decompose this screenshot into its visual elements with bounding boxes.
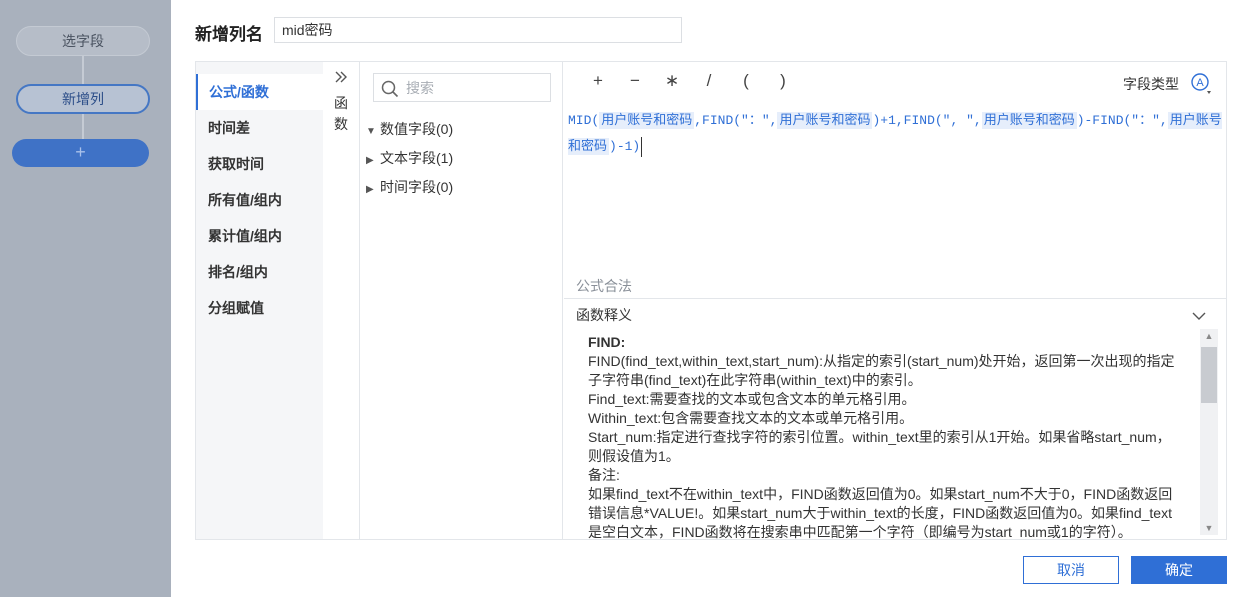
search-icon: [381, 80, 399, 101]
minus-operator-button[interactable]: −: [625, 71, 645, 91]
function-collapse-toggle[interactable]: 函数: [323, 62, 360, 539]
scrollbar-thumb[interactable]: [1201, 347, 1217, 403]
formula-panel: 公式/函数 时间差 获取时间 所有值/组内 累计值/组内 排名/组内 分组赋值 …: [195, 61, 1227, 540]
caret-down-icon: ▼: [366, 126, 376, 137]
caret-right-icon: ▶: [366, 155, 374, 166]
category-group-assign[interactable]: 分组赋值: [196, 290, 323, 326]
category-all-values-group[interactable]: 所有值/组内: [196, 182, 323, 218]
double-chevron-right-icon[interactable]: [323, 70, 359, 89]
function-explanation: 函数释义 FIND: FIND(find_text,within_text,st…: [564, 298, 1226, 539]
operator-toolbar: + − ∗ / ( ) 字段类型 A: [564, 62, 1226, 100]
scroll-down-icon[interactable]: ▼: [1204, 523, 1214, 533]
category-cumulative-group[interactable]: 累计值/组内: [196, 218, 323, 254]
flow-panel: 选字段 新增列 +: [0, 0, 171, 597]
confirm-button[interactable]: 确定: [1131, 556, 1227, 584]
multiply-operator-button[interactable]: ∗: [662, 71, 682, 91]
explanation-body: FIND: FIND(find_text,within_text,start_n…: [588, 333, 1184, 539]
column-name-input[interactable]: [274, 17, 682, 43]
explanation-line: FIND(find_text,within_text,start_num):从指…: [588, 353, 1175, 388]
formula-text: MID(: [568, 113, 600, 128]
category-rank-group[interactable]: 排名/组内: [196, 254, 323, 290]
column-name-label: 新增列名: [195, 25, 263, 44]
function-name: FIND:: [588, 334, 626, 350]
formula-input[interactable]: MID(用户账号和密码 ,FIND("：", 用户账号和密码)+1,FIND(", …: [568, 108, 1222, 160]
field-search[interactable]: [373, 73, 551, 102]
formula-field-token[interactable]: 用户账号和密码: [981, 112, 1077, 129]
search-input[interactable]: [406, 78, 546, 98]
scroll-up-icon[interactable]: ▲: [1204, 331, 1214, 341]
text-cursor: [641, 136, 643, 157]
caret-right-icon: ▶: [366, 184, 374, 195]
tree-item-text[interactable]: ▶ 文本字段(1): [366, 148, 453, 168]
flow-node-add-column[interactable]: 新增列: [16, 84, 150, 114]
explanation-line: Start_num:指定进行查找字符的索引位置。within_text里的索引从…: [588, 429, 1171, 464]
category-time-diff[interactable]: 时间差: [196, 110, 323, 146]
svg-text:A: A: [1196, 77, 1204, 89]
tree-item-time[interactable]: ▶ 时间字段(0): [366, 177, 453, 197]
formula-text: )-FIND("：",: [1076, 113, 1168, 128]
explanation-scrollbar[interactable]: ▲ ▼: [1200, 329, 1218, 535]
open-paren-button[interactable]: (: [736, 71, 756, 91]
formula-text: ,FIND("：: [694, 113, 762, 128]
explanation-line: 如果find_text不在within_text中，FIND函数返回值为0。如果…: [588, 486, 1173, 539]
tree-item-numeric[interactable]: ▼ 数值字段(0): [366, 119, 453, 139]
formula-text: )+1,FIND(", ",: [872, 113, 982, 128]
plus-operator-button[interactable]: +: [588, 71, 608, 91]
function-vertical-label: 函数: [334, 95, 348, 132]
cancel-button[interactable]: 取消: [1023, 556, 1119, 584]
flow-add-button[interactable]: +: [12, 139, 149, 167]
formula-text: )-1): [609, 139, 641, 154]
divide-operator-button[interactable]: /: [699, 71, 719, 91]
formula-status: 公式合法: [576, 278, 632, 294]
category-formula-function[interactable]: 公式/函数: [196, 74, 323, 110]
category-get-time[interactable]: 获取时间: [196, 146, 323, 182]
flow-connector: [82, 114, 84, 139]
chevron-down-icon[interactable]: [1192, 308, 1206, 324]
field-list: ▼数值字段(0) ▶文本字段(1) ▶时间字段(0): [361, 62, 563, 539]
formula-field-token[interactable]: 用户账号和密码: [599, 112, 695, 129]
explanation-line: 备注:: [588, 467, 620, 483]
explanation-title: 函数释义: [576, 307, 632, 323]
explanation-line: Find_text:需要查找的文本或包含文本的单元格引用。: [588, 391, 916, 407]
formula-editor: + − ∗ / ( ) 字段类型 A MID(用户账号和密码 ,FIND("：",…: [564, 62, 1226, 539]
close-paren-button[interactable]: ): [773, 71, 793, 91]
flow-connector: [82, 56, 84, 84]
function-category-list: 公式/函数 时间差 获取时间 所有值/组内 累计值/组内 排名/组内 分组赋值: [196, 62, 323, 539]
text-type-icon[interactable]: A: [1190, 72, 1214, 96]
field-type-label: 字段类型: [1123, 76, 1179, 92]
explanation-line: Within_text:包含需要查找文本的文本或单元格引用。: [588, 410, 914, 426]
flow-node-select-fields[interactable]: 选字段: [16, 26, 150, 56]
formula-text: ",: [761, 113, 778, 128]
formula-field-token[interactable]: 用户账号和密码: [777, 112, 873, 129]
